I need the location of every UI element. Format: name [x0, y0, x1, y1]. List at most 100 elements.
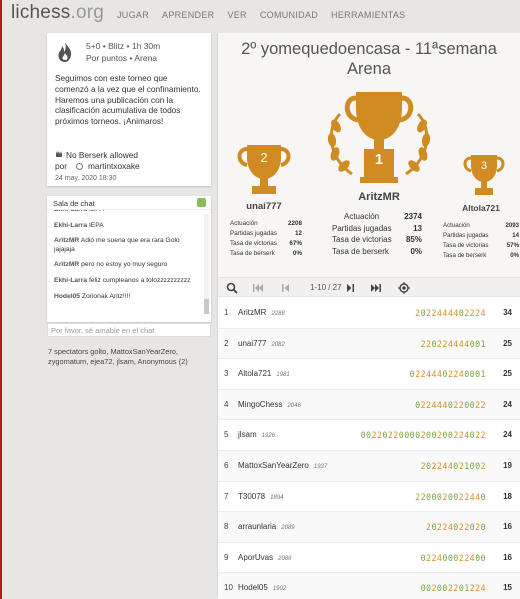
player-score: 18 [503, 491, 512, 501]
player-score: 15 [503, 583, 512, 593]
second-place-number: 2 [260, 150, 268, 165]
third-place-stats: Actuación 2093 Partidas jugadas 14 Tasa de… [443, 222, 519, 259]
first-place-name[interactable]: AritzMR [338, 191, 420, 203]
score-sequence: 2200020022440 [415, 491, 486, 502]
table-row[interactable]: 5 jlsam 1926 00220220000200200224022 24 [218, 420, 520, 451]
tournament-title: 2º yomequedoencasa - 11ªsemana Arena [241, 40, 497, 78]
chat-message: Hodel05 Zorionak Aritz!!!! [54, 292, 131, 300]
player-name[interactable]: Hodel05 1902 [238, 583, 286, 592]
player-rank: 5 [224, 430, 229, 440]
score-sequence: 002002201224 [420, 583, 486, 594]
score-sequence: 02244402240001 [409, 369, 486, 380]
tournament-info: 5+0 • Blitz • 1h 30m Por puntos • Arena … [47, 33, 211, 186]
top-bar: lichess.org JUGAR APRENDER VER COMUNIDAD… [2, 0, 520, 30]
chat-input[interactable]: Por favor, sé amable en el chat [47, 323, 211, 337]
table-row[interactable]: 4 MingoChess 2046 0224440220022 24 [218, 389, 520, 421]
logo-ext: .org [70, 2, 105, 23]
third-place-name[interactable]: Altola721 [448, 203, 514, 213]
no-berserk-icon [56, 151, 62, 157]
previous-page-icon[interactable] [280, 282, 292, 294]
player-rank: 9 [224, 552, 229, 562]
nav-herramientas[interactable]: HERRAMIENTAS [331, 10, 405, 20]
player-rating: 2082 [271, 341, 285, 348]
standings-pager: 1-10 / 27 [218, 277, 520, 297]
site-logo[interactable]: lichess.org [11, 2, 104, 24]
last-page-icon[interactable] [370, 282, 382, 294]
player-score: 25 [503, 369, 512, 379]
score-sequence: 2022444402224 [415, 308, 486, 318]
table-row[interactable]: 3 Altola721 1981 02244402240001 25 [218, 359, 520, 390]
player-rank: 8 [224, 522, 229, 532]
score-sequence: 202244021002 [420, 460, 486, 471]
first-place-number: 1 [374, 151, 384, 168]
created-by: por martintxoxake [55, 161, 140, 172]
player-rating: 1981 [276, 372, 290, 379]
player-name[interactable]: MingoChess 2046 [238, 400, 301, 409]
player-name[interactable]: MattoxSanYearZero 1937 [238, 461, 327, 470]
player-rank: 7 [224, 491, 229, 501]
player-name[interactable]: unai777 2082 [238, 339, 285, 348]
standings-table: 1 AritzMR 2288 2022444402224 34 2 unai777… [218, 298, 520, 599]
search-icon[interactable] [226, 282, 238, 294]
player-rating: 2086 [278, 555, 292, 562]
chat-message: Ekhi-Larra feliz cumpleanos a tolozzzzzz… [54, 276, 191, 284]
nav-ver[interactable]: VER [227, 10, 246, 20]
player-name[interactable]: AritzMR 2288 [238, 308, 285, 317]
tournament-clock: 5+0 • Blitz • 1h 30m [86, 41, 161, 51]
chat-messages[interactable]: Ekhi-Larra IEPA Ekhi-Larra IEPA AritzMR … [47, 210, 211, 318]
my-position-icon[interactable] [398, 282, 410, 294]
nav-jugar[interactable]: JUGAR [117, 10, 149, 20]
player-rank: 10 [224, 583, 233, 593]
player-rating: 1894 [270, 494, 284, 501]
score-sequence: 20224022020 [426, 522, 486, 533]
table-row[interactable]: 7 T30078 1894 2200020022440 18 [218, 482, 520, 513]
table-row[interactable]: 6 MattoxSanYearZero 1937 202244021002 19 [218, 450, 520, 482]
chat-title: Sala de chat [53, 199, 95, 208]
chat-toggle[interactable] [197, 198, 206, 207]
player-name[interactable]: T30078 1894 [238, 492, 284, 501]
nav-aprender[interactable]: APRENDER [162, 10, 214, 20]
chat-scrollbar[interactable] [204, 214, 209, 314]
player-score: 16 [503, 552, 512, 562]
creator-link[interactable]: martintxoxake [88, 161, 140, 172]
player-name[interactable]: AporUvas 2086 [238, 553, 291, 562]
second-place-name[interactable]: unai777 [228, 201, 300, 212]
logo-text: lichess [11, 2, 71, 23]
fire-icon [58, 42, 72, 62]
berserk-label: No Berserk allowed [66, 150, 138, 160]
score-sequence: 00220220000200200224022 [360, 430, 486, 441]
player-rank: 4 [224, 399, 229, 409]
main-nav: JUGAR APRENDER VER COMUNIDAD HERRAMIENTA… [117, 10, 406, 20]
next-page-icon[interactable] [344, 282, 356, 294]
player-name[interactable]: arraunlaria 2089 [238, 522, 295, 531]
table-row[interactable]: 1 AritzMR 2288 2022444402224 34 [218, 298, 520, 329]
tournament-description: Seguimos con este torneo que comenzó a l… [55, 73, 201, 127]
player-name[interactable]: jlsam 1926 [238, 430, 275, 439]
table-row[interactable]: 9 AporUvas 2086 022400022400 16 [218, 543, 520, 574]
chat-room: Sala de chat Ekhi-Larra IEPA Ekhi-Larra … [47, 196, 211, 322]
first-page-icon[interactable] [252, 282, 264, 294]
chat-message: AritzMR pero no estoy yo muy seguro [54, 261, 168, 269]
table-row[interactable]: 8 arraunlaria 2089 20224022020 16 [218, 512, 520, 543]
berserk-info: No Berserk allowed por martintxoxake [55, 150, 140, 172]
chat-header: Sala de chat [47, 196, 211, 210]
player-rank: 1 [224, 308, 229, 317]
spectators-list: 7 spectators golto, MattoxSanYearZero, z… [48, 347, 188, 366]
tournament-date: 24 may. 2020 18:30 [55, 175, 117, 182]
player-rating: 1926 [261, 433, 276, 440]
player-score: 19 [503, 460, 512, 470]
player-score: 34 [503, 308, 512, 317]
player-score: 24 [503, 430, 512, 440]
player-rank: 3 [224, 369, 229, 379]
score-sequence: 0224440220022 [415, 399, 486, 410]
nav-comunidad[interactable]: COMUNIDAD [260, 10, 318, 20]
player-name[interactable]: Altola721 1981 [238, 369, 290, 378]
user-status-icon [76, 163, 83, 170]
third-place-number: 3 [480, 160, 488, 172]
player-score: 25 [503, 338, 512, 348]
player-rating: 2046 [287, 402, 301, 409]
table-row[interactable]: 10 Hodel05 1902 002002201224 15 [218, 573, 520, 599]
tournament-settings: 5+0 • Blitz • 1h 30m Por puntos • Arena [86, 40, 160, 64]
chat-scroll-thumb[interactable] [204, 299, 209, 314]
table-row[interactable]: 2 unai777 2082 220224444001 25 [218, 328, 520, 360]
